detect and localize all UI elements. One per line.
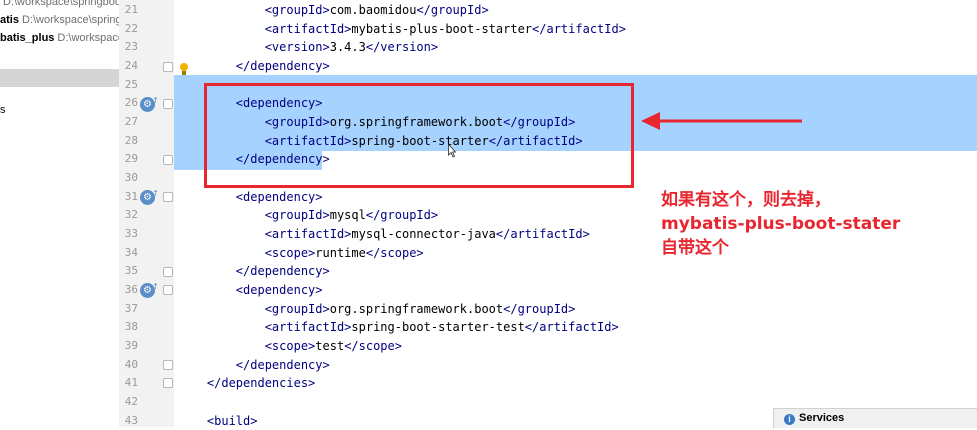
line-number: 28 <box>124 133 138 147</box>
fold-marker-icon[interactable] <box>163 360 173 370</box>
project-tree-item[interactable]: batis_plusD:\workspace\s <box>0 29 119 47</box>
line-number: 38 <box>124 320 138 334</box>
services-tool-window[interactable]: i Services <box>773 408 977 428</box>
line-number: 37 <box>124 301 138 315</box>
project-path: D:\workspace\springboo <box>3 0 120 8</box>
annotation-line: mybatis-plus-boot-stater <box>661 214 901 234</box>
project-name: batis_plus <box>0 32 55 44</box>
line-number: 41 <box>124 376 138 390</box>
line-number: 40 <box>124 357 138 371</box>
code-line[interactable]: </dependencies> <box>178 374 315 393</box>
annotation-line: 自带这个 <box>661 238 729 258</box>
line-number: 31 <box>124 189 138 203</box>
code-line[interactable]: </dependency> <box>178 262 330 281</box>
line-number: 33 <box>124 227 138 241</box>
line-number: 34 <box>124 245 138 259</box>
line-number: 22 <box>124 21 138 35</box>
info-icon: i <box>784 414 795 425</box>
project-tree-item[interactable]: D:\workspace\springboo <box>0 0 120 11</box>
line-number: 23 <box>124 40 138 54</box>
project-tree-item[interactable]: atis D:\workspace\spring <box>0 11 120 29</box>
code-line[interactable]: <build> <box>178 412 258 430</box>
annotation-note: 如果有这个，则去掉， mybatis-plus-boot-stater 自带这个 <box>661 188 900 260</box>
code-line[interactable]: <scope>runtime</scope> <box>178 244 424 263</box>
project-tree-selected-row[interactable] <box>0 69 119 87</box>
line-number: 43 <box>124 413 138 427</box>
fold-marker-icon[interactable] <box>163 155 173 165</box>
line-number: 25 <box>124 77 138 91</box>
project-tree-item-label[interactable]: s <box>0 103 6 117</box>
line-number: 30 <box>124 171 138 185</box>
line-number: 36 <box>124 283 138 297</box>
project-name: atis <box>0 14 19 26</box>
code-line[interactable]: <groupId>org.springframework.boot</group… <box>178 300 576 319</box>
line-number: 42 <box>124 395 138 409</box>
code-line[interactable]: <dependency> <box>178 281 323 300</box>
code-line[interactable]: </dependency> <box>178 356 330 375</box>
code-line[interactable]: <groupId>mysql</groupId> <box>178 206 438 225</box>
line-number: 32 <box>124 208 138 222</box>
run-dependency-icon[interactable]: ⚙ ↑ <box>140 189 159 205</box>
annotation-line: 如果有这个，则去掉， <box>661 190 831 210</box>
line-number: 26 <box>124 96 138 110</box>
code-line[interactable]: <scope>test</scope> <box>178 337 402 356</box>
fold-marker-icon[interactable] <box>163 378 173 388</box>
fold-marker-icon[interactable] <box>163 192 173 202</box>
run-dependency-icon[interactable]: ⚙ ↑ <box>140 282 159 298</box>
code-line[interactable]: <artifactId>mybatis-plus-boot-starter</a… <box>178 20 626 39</box>
line-number: 29 <box>124 152 138 166</box>
project-tree-panel: D:\workspace\springboo atis D:\workspace\… <box>0 0 120 427</box>
line-number: 39 <box>124 339 138 353</box>
fold-marker-icon[interactable] <box>163 267 173 277</box>
code-line[interactable]: <version>3.4.3</version> <box>178 38 438 57</box>
run-dependency-icon[interactable]: ⚙ ↑ <box>140 96 159 112</box>
code-line[interactable]: <artifactId>spring-boot-starter-test</ar… <box>178 318 619 337</box>
line-number: 24 <box>124 59 138 72</box>
fold-marker-icon[interactable] <box>163 285 173 295</box>
line-number: 21 <box>124 3 138 16</box>
code-line[interactable]: <dependency> <box>178 188 323 207</box>
fold-marker-icon[interactable] <box>163 62 173 72</box>
code-line[interactable]: <groupId>com.baomidou</groupId> <box>178 1 489 20</box>
code-line[interactable]: </dependency> <box>178 57 330 76</box>
line-number: 35 <box>124 264 138 278</box>
services-label: Services <box>799 412 845 424</box>
line-number: 27 <box>124 115 138 129</box>
project-path: D:\workspace\s <box>57 32 119 44</box>
code-line[interactable]: <artifactId>mysql-connector-java</artifa… <box>178 225 590 244</box>
highlight-box <box>204 83 634 188</box>
fold-marker-icon[interactable] <box>163 99 173 109</box>
project-path: D:\workspace\spring <box>21 14 120 26</box>
arrow-icon <box>641 112 802 130</box>
